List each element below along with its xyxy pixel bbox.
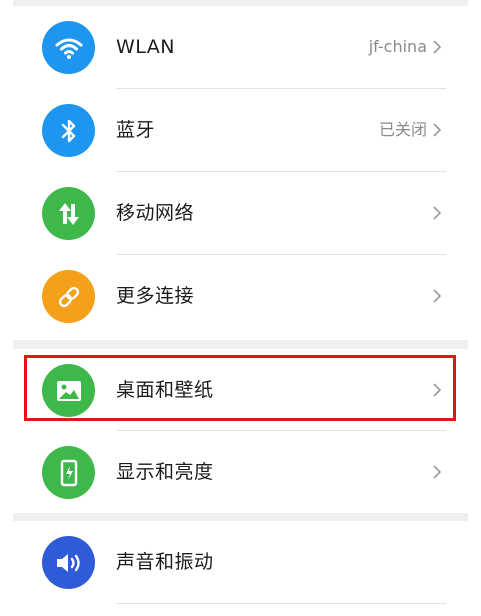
settings-item-label: 更多连接 (116, 285, 195, 307)
settings-item-bluetooth[interactable]: 蓝牙 已关闭 (0, 89, 481, 171)
section-gap (13, 512, 468, 521)
chevron-right-icon (433, 465, 442, 479)
wifi-icon (42, 21, 95, 74)
settings-item-label: WLAN (116, 36, 176, 58)
settings-item-more-connections[interactable]: 更多连接 (0, 255, 481, 337)
display-icon (42, 446, 95, 499)
settings-item-label: 声音和振动 (116, 551, 214, 573)
chevron-right-icon (433, 123, 442, 137)
settings-item-wlan[interactable]: WLAN jf-china (0, 6, 481, 88)
settings-item-value: jf-china (368, 37, 427, 56)
highlight-box (24, 355, 456, 421)
settings-item-label: 移动网络 (116, 202, 195, 224)
bluetooth-icon (42, 104, 95, 157)
chevron-right-icon (433, 40, 442, 54)
chevron-right-icon (433, 206, 442, 220)
section-gap (13, 340, 468, 349)
settings-item-display-brightness[interactable]: 显示和亮度 (0, 431, 481, 513)
settings-item-sound-vibration[interactable]: 声音和振动 (0, 521, 481, 603)
chevron-right-icon (433, 289, 442, 303)
divider (116, 603, 446, 604)
settings-item-label: 显示和亮度 (116, 461, 214, 483)
settings-item-value: 已关闭 (378, 120, 427, 139)
settings-item-mobile-network[interactable]: 移动网络 (0, 172, 481, 254)
link-icon (42, 270, 95, 323)
sound-icon (42, 536, 95, 589)
settings-item-label: 蓝牙 (116, 119, 156, 141)
mobile-data-icon (42, 187, 95, 240)
